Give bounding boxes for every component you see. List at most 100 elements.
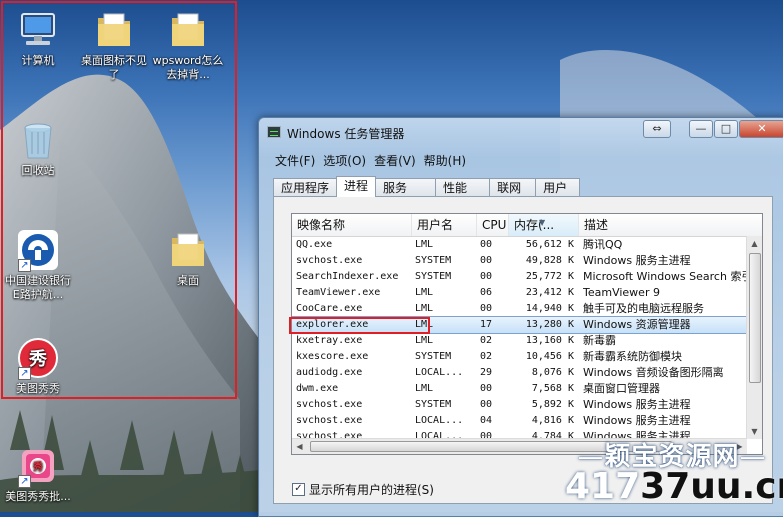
menu-file[interactable]: 文件(F): [271, 152, 319, 170]
desktop-icon-ccb[interactable]: ↗ 中国建设银行E路护航...: [2, 228, 74, 302]
process-row[interactable]: TeamViewer.exe LML 06 23,412 K TeamViewer 9: [292, 285, 762, 301]
process-row[interactable]: kxetray.exe LML 02 13,160 K 新毒霸: [292, 333, 762, 349]
tab-services[interactable]: 服务: [375, 178, 437, 197]
process-user-cell: LML: [415, 287, 434, 298]
process-row[interactable]: svchost.exe LOCAL... 04 4,816 K Windows 服务主进…: [292, 413, 762, 429]
process-name-cell: svchost.exe: [296, 399, 363, 410]
tab-applications[interactable]: 应用程序: [273, 178, 338, 197]
column-cpu[interactable]: CPU: [477, 214, 509, 236]
column-description[interactable]: 描述: [579, 214, 762, 236]
process-name-cell: SearchIndexer.exe: [296, 271, 399, 282]
process-row[interactable]: svchost.exe SYSTEM 00 49,828 K Windows 服务主进程: [292, 253, 762, 269]
desktop-icon-label: 桌面图标不见了: [81, 54, 147, 81]
process-user-cell: SYSTEM: [415, 351, 452, 362]
desktop-icon-computer[interactable]: 计算机: [2, 8, 74, 68]
process-cpu-cell: 00: [480, 383, 493, 394]
process-name-cell: svchost.exe: [296, 255, 363, 266]
desktop-icon-folder-2[interactable]: wpsword怎么去掉背...: [152, 8, 224, 82]
desktop-icon-recycle-bin[interactable]: 回收站: [2, 118, 74, 178]
process-mem-cell: 8,076 K: [531, 367, 574, 378]
scroll-left-icon[interactable]: ◀: [292, 439, 307, 454]
process-desc-cell: Microsoft Windows Search 索引: [583, 270, 753, 283]
desktop-icon-meitu[interactable]: 秀 ↗ 美图秀秀: [2, 336, 74, 396]
process-user-cell: LOCAL...: [415, 415, 464, 426]
process-row[interactable]: audiodg.exe LOCAL... 29 8,076 K Windows 音频设备…: [292, 365, 762, 381]
window-titlebar[interactable]: Windows 任务管理器 ⇔ — □ ✕: [259, 118, 783, 146]
tab-strip: 应用程序 进程 服务 性能 联网 用户: [273, 176, 581, 197]
desktop-icon-label: 桌面: [177, 274, 199, 287]
process-user-cell: SYSTEM: [415, 255, 452, 266]
desktop-icon-label: wpsword怎么去掉背...: [152, 54, 224, 81]
process-desc-cell: Windows 服务主进程: [583, 414, 691, 427]
process-user-cell: LML: [415, 335, 434, 346]
desktop-icon-label: 美图秀秀: [16, 382, 60, 395]
restore-back-button[interactable]: ⇔: [643, 120, 671, 138]
computer-icon: [16, 8, 60, 52]
desktop-icon-label: 中国建设银行E路护航...: [5, 274, 71, 301]
process-list[interactable]: 映像名称 用户名 CPU ▼ 内存(... 描述 QQ.exe LML 00 56,6…: [291, 213, 763, 455]
maximize-button[interactable]: □: [714, 120, 738, 138]
desktop-icon-folder-1[interactable]: 桌面图标不见了: [78, 8, 150, 82]
svg-text:秀: 秀: [32, 460, 43, 473]
process-cpu-cell: 00: [480, 271, 493, 282]
process-mem-cell: 13,280 K: [525, 319, 574, 330]
process-row[interactable]: kxescore.exe SYSTEM 02 10,456 K 新毒霸系统防御模块: [292, 349, 762, 365]
window-title: Windows 任务管理器: [287, 127, 405, 141]
tab-performance[interactable]: 性能: [435, 178, 491, 197]
process-desc-cell: 新毒霸系统防御模块: [583, 350, 682, 363]
folder-icon: [92, 8, 136, 52]
process-cpu-cell: 00: [480, 255, 493, 266]
column-user-name[interactable]: 用户名: [412, 214, 477, 236]
watermark-domain: 37uu.cn: [640, 466, 783, 507]
process-name-cell: dwm.exe: [296, 383, 339, 394]
desktop-icon-folder-3[interactable]: 桌面: [152, 228, 224, 288]
tab-networking[interactable]: 联网: [489, 178, 537, 197]
show-all-users-checkbox[interactable]: ✓ 显示所有用户的进程(S): [292, 481, 434, 498]
column-memory[interactable]: ▼ 内存(...: [509, 214, 579, 236]
process-name-cell: kxetray.exe: [296, 335, 363, 346]
menu-view[interactable]: 查看(V): [370, 152, 420, 170]
watermark-bottom: 41737uu.cn: [565, 466, 783, 507]
explorer-highlight-box: [289, 317, 430, 334]
desktop-icon-label: 美图秀秀批...: [5, 490, 71, 503]
process-mem-cell: 14,940 K: [525, 303, 574, 314]
meitu-batch-icon: 秀 ↗: [16, 444, 60, 488]
vertical-scrollbar[interactable]: ▲ ▼: [746, 236, 762, 439]
process-cpu-cell: 29: [480, 367, 493, 378]
vertical-scroll-thumb[interactable]: [749, 253, 761, 383]
folder-icon: [166, 8, 210, 52]
site-watermark: —颖宝资源网— 41737uu.cn: [561, 428, 783, 512]
tab-processes[interactable]: 进程: [336, 176, 377, 197]
checkbox-box[interactable]: ✓: [292, 483, 305, 496]
shortcut-arrow-icon: ↗: [18, 367, 31, 380]
minimize-button[interactable]: —: [689, 120, 713, 138]
process-user-cell: LML: [415, 239, 434, 250]
shortcut-arrow-icon: ↗: [18, 259, 31, 272]
process-rows: QQ.exe LML 00 56,612 K 腾讯QQ svchost.exe SYSTEM…: [292, 237, 762, 445]
process-mem-cell: 56,612 K: [525, 239, 574, 250]
process-mem-cell: 4,816 K: [531, 415, 574, 426]
process-mem-cell: 23,412 K: [525, 287, 574, 298]
folder-icon: [166, 228, 210, 272]
scroll-up-icon[interactable]: ▲: [747, 236, 762, 251]
process-cpu-cell: 00: [480, 303, 493, 314]
process-mem-cell: 25,772 K: [525, 271, 574, 282]
sort-down-icon: ▼: [539, 218, 546, 227]
shortcut-arrow-icon: ↗: [18, 475, 31, 488]
process-desc-cell: Windows 音频设备图形隔离: [583, 366, 724, 379]
process-row[interactable]: QQ.exe LML 00 56,612 K 腾讯QQ: [292, 237, 762, 253]
desktop-icon-meitu-batch[interactable]: 秀 ↗ 美图秀秀批...: [2, 444, 74, 504]
column-image-name[interactable]: 映像名称: [292, 214, 412, 236]
menu-bar: 文件(F) 选项(O) 查看(V) 帮助(H): [271, 152, 470, 170]
tab-users[interactable]: 用户: [535, 178, 581, 197]
process-name-cell: TeamViewer.exe: [296, 287, 381, 298]
close-button[interactable]: ✕: [739, 120, 783, 138]
process-row[interactable]: dwm.exe LML 00 7,568 K 桌面窗口管理器: [292, 381, 762, 397]
menu-help[interactable]: 帮助(H): [420, 152, 470, 170]
process-row[interactable]: CooCare.exe LML 00 14,940 K 触手可及的电脑远程服务: [292, 301, 762, 317]
process-mem-cell: 13,160 K: [525, 335, 574, 346]
process-cpu-cell: 00: [480, 399, 493, 410]
process-row[interactable]: SearchIndexer.exe SYSTEM 00 25,772 K Microso…: [292, 269, 762, 285]
menu-options[interactable]: 选项(O): [319, 152, 370, 170]
process-row[interactable]: svchost.exe SYSTEM 00 5,892 K Windows 服务主进程: [292, 397, 762, 413]
